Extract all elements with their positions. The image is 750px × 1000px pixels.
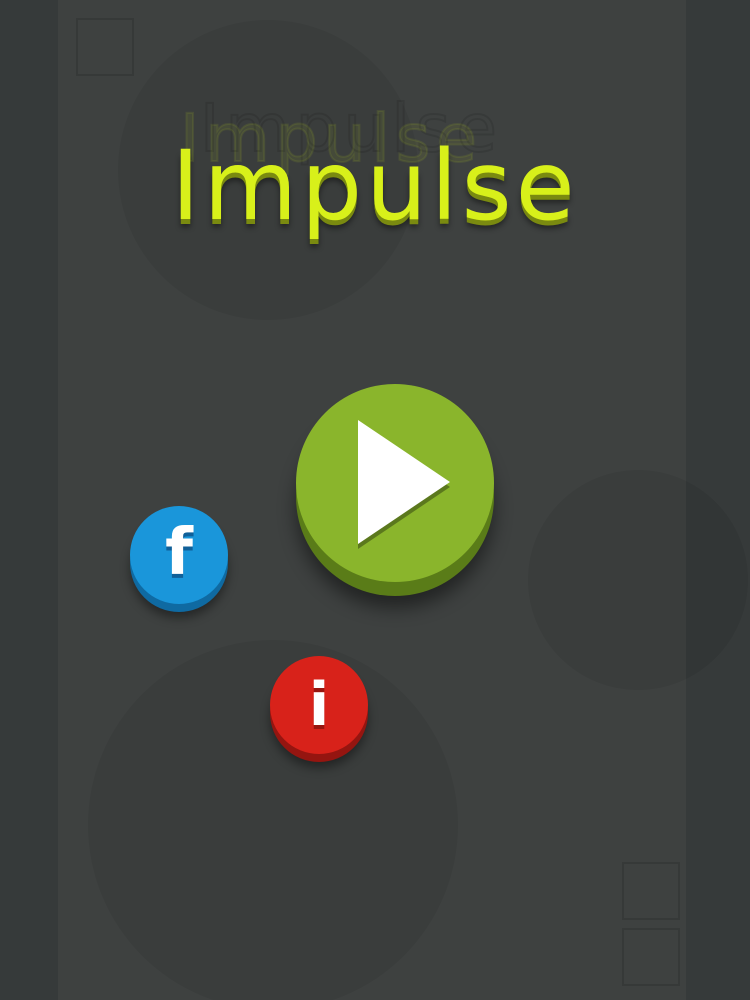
background-decor-square — [622, 862, 680, 920]
info-icon: i — [308, 670, 330, 740]
facebook-icon: f — [165, 516, 193, 590]
background-decor-square — [76, 18, 134, 76]
facebook-button[interactable]: f — [130, 506, 228, 604]
background-decor-square — [622, 928, 680, 986]
play-triangle-icon — [358, 420, 450, 544]
info-button[interactable]: i — [270, 656, 368, 754]
main-menu-screen: Impulse Impulse Impulse f i — [0, 0, 750, 1000]
play-button[interactable] — [296, 384, 494, 582]
game-title: Impulse — [171, 130, 579, 242]
background-decor-circle — [528, 470, 748, 690]
